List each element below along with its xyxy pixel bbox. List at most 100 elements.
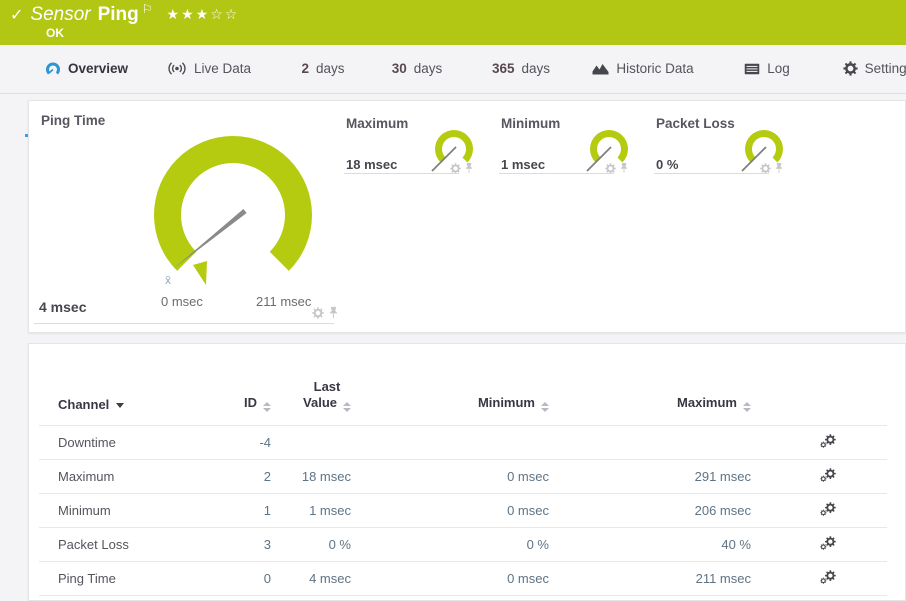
channel-name: Ping Time bbox=[39, 571, 189, 586]
column-header-channel[interactable]: Channel bbox=[39, 397, 189, 412]
tab-30-days-label: days bbox=[414, 61, 443, 76]
channel-id: 1 bbox=[189, 503, 271, 518]
gauge-settings-gear-icon[interactable] bbox=[760, 163, 771, 174]
tab-live-data-label: Live Data bbox=[194, 61, 251, 76]
channel-name: Minimum bbox=[39, 503, 189, 518]
status-ok-check-icon: ✓ bbox=[10, 5, 23, 25]
tab-bar: Overview Live Data 2 days 30 days 365 da… bbox=[0, 45, 906, 94]
tab-30-days-number: 30 bbox=[392, 61, 407, 76]
tab-settings-label: Settings bbox=[865, 61, 906, 76]
tab-historic-data[interactable]: Historic Data bbox=[583, 45, 703, 92]
ping-time-gauge bbox=[143, 129, 323, 289]
mini-gauge-underline bbox=[654, 173, 769, 174]
broadcast-icon bbox=[167, 61, 187, 76]
sensor-header: ✓ Sensor Ping ⚐ ★★★☆☆ OK bbox=[0, 0, 906, 45]
tab-historic-data-label: Historic Data bbox=[616, 61, 693, 76]
status-badge: OK bbox=[46, 26, 64, 40]
channel-maximum: 206 msec bbox=[549, 503, 751, 518]
table-row-maximum: Maximum 2 18 msec 0 msec 291 msec bbox=[39, 459, 887, 493]
column-header-minimum[interactable]: Minimum bbox=[351, 395, 549, 412]
channel-settings-gears-icon[interactable] bbox=[820, 570, 837, 588]
channel-minimum: 0 msec bbox=[351, 503, 549, 518]
tab-30-days[interactable]: 30 days bbox=[367, 45, 467, 92]
table-row-minimum: Minimum 1 1 msec 0 msec 206 msec bbox=[39, 493, 887, 527]
channel-settings-gears-icon[interactable] bbox=[820, 434, 837, 452]
sensor-name: Ping bbox=[98, 4, 139, 26]
mini-gauge-underline bbox=[344, 173, 459, 174]
sensor-type-label: Sensor bbox=[30, 4, 90, 26]
mini-gauge-underline bbox=[499, 173, 614, 174]
gauge-pin-icon[interactable] bbox=[329, 306, 338, 319]
tab-365-days-number: 365 bbox=[492, 61, 515, 76]
tab-365-days[interactable]: 365 days bbox=[471, 45, 571, 92]
channel-name: Downtime bbox=[39, 435, 189, 450]
mini-gauge-title: Minimum bbox=[501, 116, 560, 131]
sort-caret-down-icon bbox=[116, 403, 124, 408]
channel-name: Packet Loss bbox=[39, 537, 189, 552]
mini-gauge-value: 18 msec bbox=[346, 157, 397, 172]
gauges-panel: Ping Time x̄ 0 msec 211 msec 4 msec Maxi… bbox=[28, 100, 906, 333]
tab-365-days-label: days bbox=[522, 61, 551, 76]
main-gauge-title: Ping Time bbox=[41, 113, 105, 128]
sort-icon bbox=[541, 402, 549, 412]
channel-table-panel: Channel ID Last Value Minimum Maximum Do… bbox=[28, 343, 906, 601]
channel-settings-gears-icon[interactable] bbox=[820, 468, 837, 486]
channel-maximum: 291 msec bbox=[549, 469, 751, 484]
average-marker: x̄ bbox=[165, 273, 171, 287]
gauge-scale-max: 211 msec bbox=[256, 294, 311, 309]
mini-gauge-value: 0 % bbox=[656, 157, 678, 172]
tab-overview[interactable]: Overview bbox=[25, 45, 148, 92]
gauge-settings-gear-icon[interactable] bbox=[312, 307, 324, 319]
channel-last-value: 0 % bbox=[271, 537, 351, 552]
channel-table-header: Channel ID Last Value Minimum Maximum bbox=[39, 344, 887, 425]
area-chart-icon bbox=[592, 62, 609, 75]
column-header-last-value[interactable]: Last Value bbox=[271, 379, 351, 412]
gauge-settings-gear-icon[interactable] bbox=[605, 163, 616, 174]
gauge-pin-icon[interactable] bbox=[465, 162, 473, 174]
ping-time-value: 4 msec bbox=[39, 299, 86, 315]
mini-gauge-title: Packet Loss bbox=[656, 116, 735, 131]
channel-minimum: 0 msec bbox=[351, 469, 549, 484]
gauge-pin-icon[interactable] bbox=[620, 162, 628, 174]
tab-settings[interactable]: Settings bbox=[823, 45, 906, 92]
mini-gauge-maximum: Maximum 18 msec bbox=[344, 111, 479, 191]
tab-log-label: Log bbox=[767, 61, 790, 76]
channel-maximum: 211 msec bbox=[549, 571, 751, 586]
sort-icon bbox=[343, 402, 351, 412]
gauge-pin-icon[interactable] bbox=[775, 162, 783, 174]
gauge-settings-gear-icon[interactable] bbox=[450, 163, 461, 174]
sort-icon bbox=[263, 402, 271, 412]
tab-2-days[interactable]: 2 days bbox=[273, 45, 373, 92]
channel-id: 2 bbox=[189, 469, 271, 484]
channel-id: 0 bbox=[189, 571, 271, 586]
channel-settings-gears-icon[interactable] bbox=[820, 502, 837, 520]
gauge-icon bbox=[45, 61, 61, 77]
channel-minimum: 0 msec bbox=[351, 571, 549, 586]
channel-last-value: 4 msec bbox=[271, 571, 351, 586]
gauge-scale-min: 0 msec bbox=[161, 294, 203, 309]
log-list-icon bbox=[744, 63, 760, 75]
column-header-id[interactable]: ID bbox=[189, 395, 271, 412]
tab-log[interactable]: Log bbox=[717, 45, 817, 92]
sort-icon bbox=[743, 402, 751, 412]
mini-gauge-title: Maximum bbox=[346, 116, 408, 131]
channel-id: -4 bbox=[189, 435, 271, 450]
channel-maximum: 40 % bbox=[549, 537, 751, 552]
channel-minimum: 0 % bbox=[351, 537, 549, 552]
tab-live-data[interactable]: Live Data bbox=[149, 45, 269, 92]
channel-id: 3 bbox=[189, 537, 271, 552]
channel-name: Maximum bbox=[39, 469, 189, 484]
table-row-ping-time: Ping Time 0 4 msec 0 msec 211 msec bbox=[39, 561, 887, 596]
priority-stars[interactable]: ★★★☆☆ bbox=[167, 6, 240, 23]
gear-icon bbox=[843, 61, 858, 76]
column-header-maximum[interactable]: Maximum bbox=[549, 395, 751, 412]
table-row-downtime: Downtime -4 bbox=[39, 425, 887, 459]
tab-overview-label: Overview bbox=[68, 61, 128, 76]
table-row-packet-loss: Packet Loss 3 0 % 0 % 40 % bbox=[39, 527, 887, 561]
flag-icon[interactable]: ⚐ bbox=[142, 2, 153, 16]
main-gauge-underline bbox=[34, 323, 334, 324]
channel-settings-gears-icon[interactable] bbox=[820, 536, 837, 554]
channel-table: Channel ID Last Value Minimum Maximum Do… bbox=[39, 344, 887, 596]
channel-last-value: 1 msec bbox=[271, 503, 351, 518]
tab-2-days-label: days bbox=[316, 61, 345, 76]
